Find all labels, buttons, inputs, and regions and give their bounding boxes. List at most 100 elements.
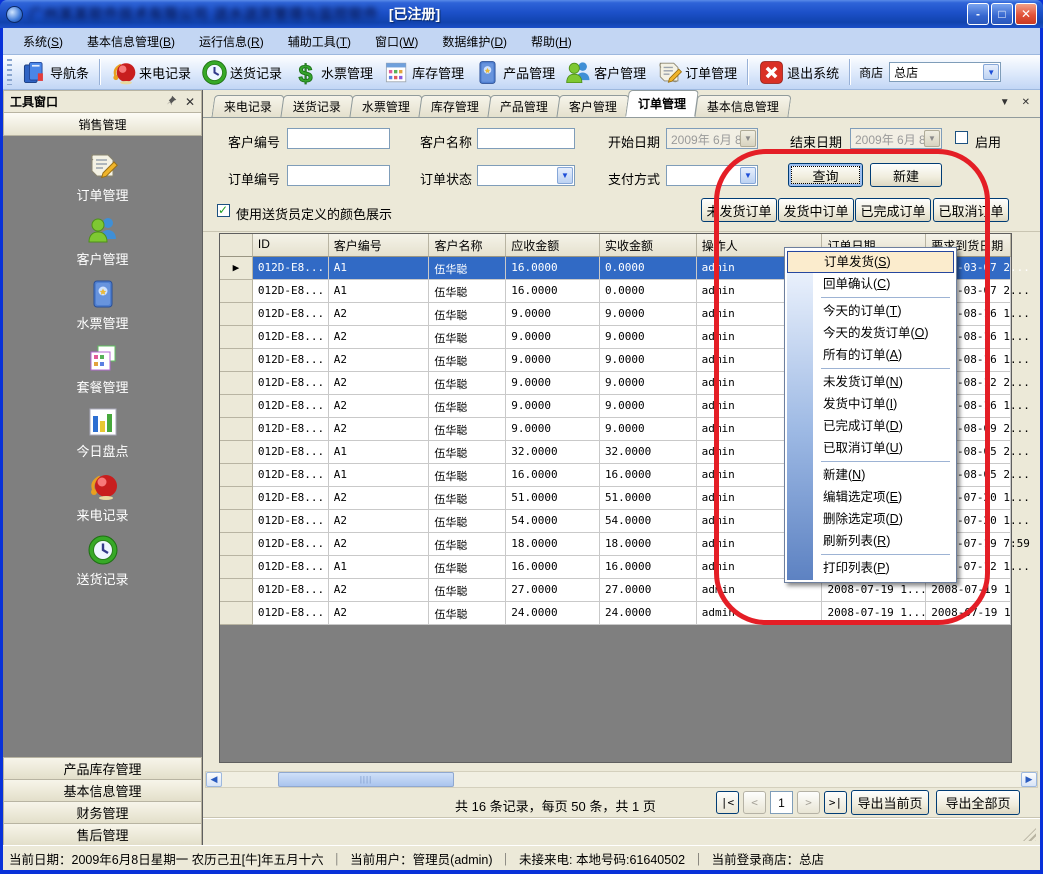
next-page-button[interactable]: >	[797, 791, 820, 814]
grid-header-实收金额[interactable]: 实收金额	[600, 234, 697, 257]
sidebar-item-送货记录[interactable]: 送货记录	[3, 534, 202, 598]
row-selector-cell[interactable]	[220, 372, 253, 395]
menubar-item-H[interactable]: 帮助(H)	[519, 29, 584, 54]
cell-receivable[interactable]: 16.0000	[506, 257, 600, 280]
start-date-picker[interactable]: 2009年 6月 8日▼	[666, 128, 758, 149]
row-selector-cell[interactable]	[220, 602, 253, 625]
cell-receivable[interactable]: 16.0000	[506, 280, 600, 303]
context-menu-item-今天的订单[interactable]: 今天的订单(T)	[787, 300, 954, 322]
tab-水票管理[interactable]: 水票管理	[349, 95, 422, 117]
sidebar-group-售后管理[interactable]: 售后管理	[3, 823, 202, 845]
cell-customer_name[interactable]: 伍华聪	[429, 510, 506, 533]
toolbar-button-calendar[interactable]: 库存管理	[378, 56, 469, 89]
menubar-item-B[interactable]: 基本信息管理(B)	[75, 29, 187, 54]
context-menu-item-新建[interactable]: 新建(N)	[787, 464, 954, 486]
cell-receivable[interactable]: 9.0000	[506, 372, 600, 395]
cell-id[interactable]: 012D-E8...	[253, 510, 329, 533]
cell-received[interactable]: 9.0000	[600, 395, 697, 418]
cell-customer_name[interactable]: 伍华聪	[429, 372, 506, 395]
cell-receivable[interactable]: 9.0000	[506, 395, 600, 418]
cell-customer_no[interactable]: A2	[329, 418, 430, 441]
scroll-right-icon[interactable]: ▶	[1021, 772, 1037, 787]
context-menu-item-发货中订单[interactable]: 发货中订单(I)	[787, 393, 954, 415]
sidebar-item-水票管理[interactable]: 水票管理	[3, 278, 202, 342]
sidebar-item-客户管理[interactable]: 客户管理	[3, 214, 202, 278]
cell-received[interactable]: 9.0000	[600, 418, 697, 441]
tab-来电记录[interactable]: 来电记录	[211, 95, 284, 117]
cell-customer_no[interactable]: A2	[329, 602, 430, 625]
menubar-item-S[interactable]: 系统(S)	[11, 29, 75, 54]
toolbar-button-dollar[interactable]: $水票管理	[287, 56, 378, 89]
cell-id[interactable]: 012D-E8...	[253, 280, 329, 303]
cell-received[interactable]: 9.0000	[600, 326, 697, 349]
cell-received[interactable]: 16.0000	[600, 464, 697, 487]
export-current-page-button[interactable]: 导出当前页	[851, 790, 929, 815]
sidebar-item-套餐管理[interactable]: 套餐管理	[3, 342, 202, 406]
enable-checkbox[interactable]	[955, 131, 968, 144]
row-selector-cell[interactable]	[220, 349, 253, 372]
cell-customer_no[interactable]: A1	[329, 464, 430, 487]
sidebar-item-来电记录[interactable]: 来电记录	[3, 470, 202, 534]
row-selector-cell[interactable]	[220, 303, 253, 326]
cell-customer_name[interactable]: 伍华聪	[429, 257, 506, 280]
row-selector-cell[interactable]	[220, 418, 253, 441]
context-menu-item-未发货订单[interactable]: 未发货订单(N)	[787, 371, 954, 393]
cell-id[interactable]: 012D-E8...	[253, 418, 329, 441]
scrollbar-thumb[interactable]	[278, 772, 454, 787]
table-row[interactable]: 012D-E8...A2伍华聪24.000024.0000admin2008-0…	[220, 602, 1011, 625]
context-menu-item-订单发货[interactable]: 订单发货(S)	[787, 251, 954, 273]
cell-customer_name[interactable]: 伍华聪	[429, 303, 506, 326]
cell-receivable[interactable]: 9.0000	[506, 303, 600, 326]
cell-received[interactable]: 0.0000	[600, 257, 697, 280]
cell-received[interactable]: 16.0000	[600, 556, 697, 579]
cell-customer_name[interactable]: 伍华聪	[429, 487, 506, 510]
status-filter-button-发货中订单[interactable]: 发货中订单	[778, 198, 854, 222]
toolbar-button-clock[interactable]: 送货记录	[196, 56, 287, 89]
cell-customer_no[interactable]: A2	[329, 349, 430, 372]
cell-customer_no[interactable]: A1	[329, 556, 430, 579]
cell-id[interactable]: 012D-E8...	[253, 257, 329, 280]
context-menu-item-编辑选定项[interactable]: 编辑选定项(E)	[787, 486, 954, 508]
tab-库存管理[interactable]: 库存管理	[419, 95, 492, 117]
tool-window-close-icon[interactable]: ✕	[185, 95, 195, 109]
context-menu-item-今天的发货订单[interactable]: 今天的发货订单(O)	[787, 322, 954, 344]
cell-id[interactable]: 012D-E8...	[253, 602, 329, 625]
page-number-input[interactable]	[770, 791, 793, 814]
cell-id[interactable]: 012D-E8...	[253, 349, 329, 372]
close-button[interactable]: ✕	[1015, 3, 1037, 25]
cell-receivable[interactable]: 9.0000	[506, 326, 600, 349]
context-menu-item-打印列表[interactable]: 打印列表(P)	[787, 557, 954, 579]
cell-id[interactable]: 012D-E8...	[253, 464, 329, 487]
row-selector-cell[interactable]	[220, 441, 253, 464]
row-selector-cell[interactable]	[220, 487, 253, 510]
context-menu-item-回单确认[interactable]: 回单确认(C)	[787, 273, 954, 295]
cell-id[interactable]: 012D-E8...	[253, 326, 329, 349]
tab-list-dropdown-icon[interactable]: ▼	[1000, 97, 1010, 108]
cell-customer_no[interactable]: A2	[329, 579, 430, 602]
cell-customer_no[interactable]: A2	[329, 487, 430, 510]
cell-customer_no[interactable]: A2	[329, 395, 430, 418]
tab-基本信息管理[interactable]: 基本信息管理	[695, 95, 792, 117]
menubar-item-D[interactable]: 数据维护(D)	[430, 29, 519, 54]
cell-customer_name[interactable]: 伍华聪	[429, 395, 506, 418]
order-no-input[interactable]	[287, 165, 390, 186]
context-menu-item-已完成订单[interactable]: 已完成订单(D)	[787, 415, 954, 437]
grid-header-selector[interactable]	[220, 234, 253, 257]
cell-receivable[interactable]: 32.0000	[506, 441, 600, 464]
context-menu-item-所有的订单[interactable]: 所有的订单(A)	[787, 344, 954, 366]
horizontal-scrollbar[interactable]: ◀ ▶	[205, 771, 1038, 788]
status-filter-button-已完成订单[interactable]: 已完成订单	[855, 198, 931, 222]
cell-customer_name[interactable]: 伍华聪	[429, 533, 506, 556]
prev-page-button[interactable]: <	[743, 791, 766, 814]
shop-select[interactable]: 总店▼	[889, 62, 1001, 82]
cell-customer_no[interactable]: A2	[329, 326, 430, 349]
grid-header-ID[interactable]: ID	[253, 234, 329, 257]
cell-customer_no[interactable]: A2	[329, 510, 430, 533]
row-selector-cell[interactable]	[220, 510, 253, 533]
toolbar-button-navigator[interactable]: 导航条	[16, 56, 94, 89]
cell-received[interactable]: 54.0000	[600, 510, 697, 533]
cell-received[interactable]: 51.0000	[600, 487, 697, 510]
cell-id[interactable]: 012D-E8...	[253, 579, 329, 602]
customer-no-input[interactable]	[287, 128, 390, 149]
sidebar-group-产品库存管理[interactable]: 产品库存管理	[3, 757, 202, 779]
